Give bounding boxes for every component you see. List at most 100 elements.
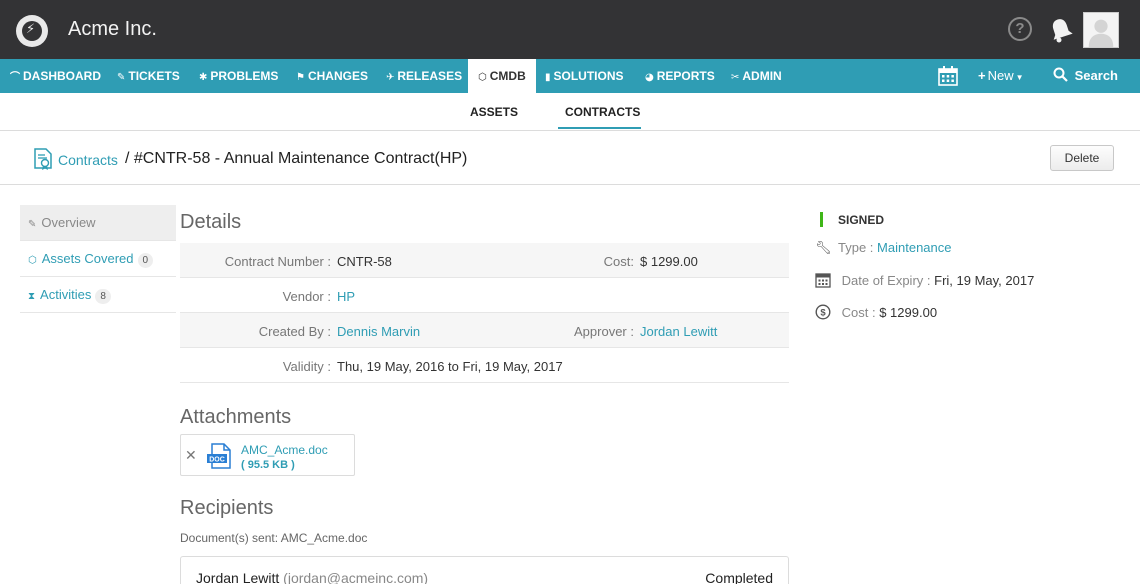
details-heading: Details <box>180 211 242 233</box>
approver-label: Approver : <box>574 324 634 339</box>
doc-file-icon: DOC <box>207 443 231 469</box>
logo-icon[interactable] <box>16 15 48 47</box>
plus-icon: + <box>978 68 986 83</box>
sidebar-item-label: Overview <box>41 215 96 230</box>
admin-tools-icon: ✂ <box>731 72 740 83</box>
expiry-value: Fri, 19 May, 2017 <box>934 273 1035 288</box>
nav-cmdb[interactable]: ⬡ CMDB <box>468 59 536 93</box>
validity-value: Thu, 19 May, 2016 to Fri, 19 May, 2017 <box>337 359 563 374</box>
documents-sent-text: Document(s) sent: AMC_Acme.doc <box>180 531 368 545</box>
tab-contracts[interactable]: CONTRACTS <box>565 105 640 119</box>
expiry-label: Date of Expiry : <box>841 273 931 288</box>
dollar-circle-icon: $ <box>815 304 831 320</box>
calendar-icon[interactable] <box>938 66 958 86</box>
help-icon[interactable]: ? <box>1008 17 1032 41</box>
validity-label: Validity : <box>282 359 331 374</box>
sidebar-item-label: Activities <box>40 287 92 302</box>
doc-badge-text: DOC <box>209 456 225 463</box>
nav-dashboard[interactable]: ⌒ DASHBOARD <box>10 59 101 93</box>
cost-value: $ 1299.00 <box>879 305 938 320</box>
contract-number-label: Contract Number : <box>224 254 331 269</box>
nav-admin-label: ADMIN <box>742 69 782 83</box>
user-avatar[interactable] <box>1083 12 1119 48</box>
vendor-link[interactable]: HP <box>337 289 355 304</box>
dashboard-icon: ⌒ <box>10 72 20 83</box>
active-tab-indicator <box>558 127 641 129</box>
nav-tickets[interactable]: ✎ TICKETS <box>117 59 180 93</box>
tab-assets[interactable]: ASSETS <box>470 105 518 119</box>
page-title: / #CNTR-58 - Annual Maintenance Contract… <box>125 150 468 167</box>
details-row: Vendor : HP <box>180 278 789 313</box>
bug-icon: ✱ <box>199 72 208 83</box>
contract-icon <box>34 148 52 170</box>
approver-link[interactable]: Jordan Lewitt <box>640 324 717 339</box>
nav-solutions-label: SOLUTIONS <box>553 69 624 83</box>
attachment-file-link[interactable]: AMC_Acme.doc <box>241 443 328 457</box>
pencil-icon: ✎ <box>28 219 37 230</box>
search-button[interactable]: Search <box>1053 59 1118 93</box>
attachments-heading: Attachments <box>180 406 292 428</box>
org-name: Acme Inc. <box>68 18 157 40</box>
nav-problems-label: PROBLEMS <box>210 69 279 83</box>
attachment-item: ✕ DOC AMC_Acme.doc ( 95.5 KB ) <box>180 434 355 476</box>
details-row: Contract Number : CNTR-58 Cost: $ 1299.0… <box>180 243 789 278</box>
nav-changes-label: CHANGES <box>307 69 368 83</box>
search-icon <box>1053 67 1068 82</box>
sidebar-item-assets-covered[interactable]: ⬡ Assets Covered 0 <box>20 241 176 277</box>
user-silhouette-icon <box>1084 13 1118 47</box>
attachment-file-size: ( 95.5 KB ) <box>241 459 295 471</box>
nav-admin[interactable]: ✂ ADMIN <box>731 59 782 93</box>
cost-label: Cost: <box>603 254 634 269</box>
caret-down-icon: ▼ <box>1015 73 1024 82</box>
type-link[interactable]: Maintenance <box>877 240 951 255</box>
new-label: New <box>987 68 1014 83</box>
sidebar-item-overview[interactable]: ✎ Overview <box>20 205 176 241</box>
new-dropdown-button[interactable]: + New ▼ <box>978 59 1024 93</box>
count-badge: 8 <box>95 289 111 304</box>
nav-tickets-label: TICKETS <box>128 69 180 83</box>
cost-value: $ 1299.00 <box>640 254 698 269</box>
notification-bell-icon[interactable] <box>1048 16 1074 44</box>
delete-button[interactable]: Delete <box>1050 145 1114 171</box>
contract-status: SIGNED <box>838 213 885 227</box>
details-table: Contract Number : CNTR-58 Cost: $ 1299.0… <box>180 243 789 383</box>
cmdb-icon: ⬡ <box>478 72 487 83</box>
details-row: Validity : Thu, 19 May, 2016 to Fri, 19 … <box>180 348 789 383</box>
nav-changes[interactable]: ⚑ CHANGES <box>296 59 368 93</box>
nav-reports[interactable]: ◕ REPORTS <box>645 59 715 93</box>
page-header: Contracts / #CNTR-58 - Annual Maintenanc… <box>0 131 1140 185</box>
nav-dashboard-label: DASHBOARD <box>23 69 101 83</box>
details-row: Created By : Dennis Marvin Approver : Jo… <box>180 313 789 348</box>
changes-icon: ⚑ <box>296 72 305 83</box>
created-by-label: Created By : <box>258 324 331 339</box>
summary-expiry-row: Date of Expiry : Fri, 19 May, 2017 <box>815 272 1034 288</box>
search-label: Search <box>1074 68 1118 83</box>
svg-text:$: $ <box>820 308 826 319</box>
nav-releases-label: RELEASES <box>397 69 463 83</box>
top-bar: Acme Inc. ? <box>0 0 1140 59</box>
recipient-name-line: Jordan Lewitt (jordan@acmeinc.com) <box>196 570 428 584</box>
cube-icon: ⬡ <box>28 255 37 266</box>
pie-chart-icon: ◕ <box>645 72 654 83</box>
contract-sidebar: ✎ Overview ⬡ Assets Covered 0 ⧗ Activities 8 <box>20 205 176 313</box>
calendar-icon <box>815 273 831 288</box>
sidebar-item-activities[interactable]: ⧗ Activities 8 <box>20 277 176 313</box>
recipient-status: Completed <box>705 570 773 584</box>
wrench-icon: 🔧︎ <box>815 241 832 256</box>
nav-cmdb-label: CMDB <box>489 69 526 83</box>
breadcrumb-contracts-link[interactable]: Contracts <box>58 152 118 168</box>
created-by-link[interactable]: Dennis Marvin <box>337 324 420 339</box>
recipient-name: Jordan Lewitt <box>196 570 280 584</box>
sub-nav: ASSETS CONTRACTS <box>0 93 1140 131</box>
remove-attachment-icon[interactable]: ✕ <box>185 447 197 464</box>
cost-label: Cost : <box>841 305 876 320</box>
nav-problems[interactable]: ✱ PROBLEMS <box>199 59 278 93</box>
ticket-icon: ✎ <box>117 72 126 83</box>
recipient-row: Jordan Lewitt (jordan@acmeinc.com) Compl… <box>180 556 789 584</box>
recipients-heading: Recipients <box>180 497 274 519</box>
status-indicator <box>820 212 823 227</box>
nav-solutions[interactable]: ▮ SOLUTIONS <box>545 59 624 93</box>
nav-releases[interactable]: ✈ RELEASES <box>386 59 462 93</box>
sidebar-item-label: Assets Covered <box>41 251 134 266</box>
nav-reports-label: REPORTS <box>656 69 715 83</box>
